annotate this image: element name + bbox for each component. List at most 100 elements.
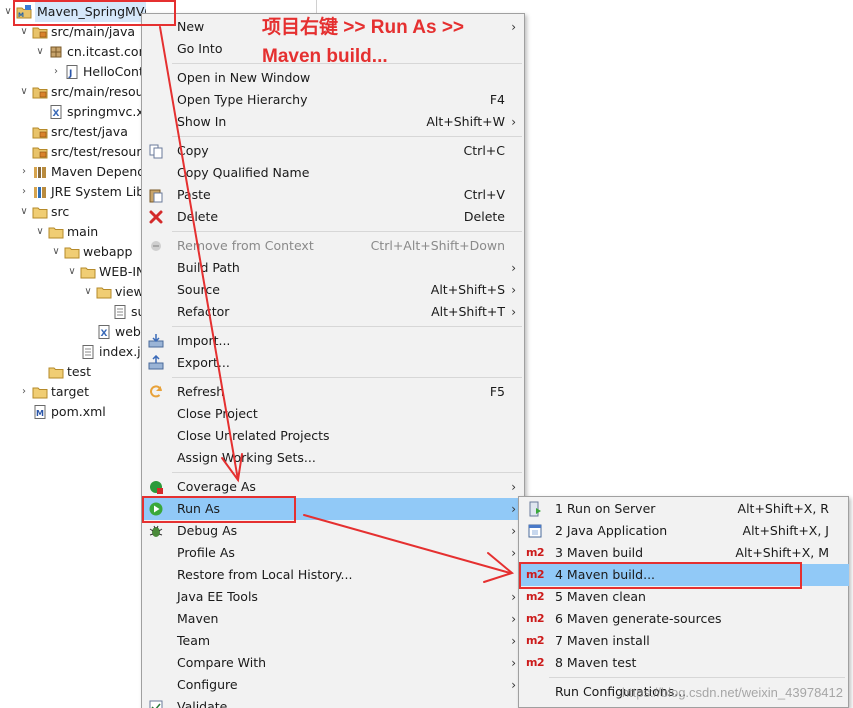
menu-item-java-ee-tools[interactable]: Java EE Tools › xyxy=(143,586,525,608)
submenu-item-label: 7 Maven install xyxy=(555,633,650,648)
menu-item-source[interactable]: Source Alt+Shift+S › xyxy=(143,279,525,301)
expand-chevron-icon[interactable]: ∨ xyxy=(50,242,62,262)
expand-chevron-icon[interactable]: ∨ xyxy=(82,282,94,302)
menu-item-label: Configure xyxy=(177,677,238,692)
collapse-chevron-icon[interactable]: › xyxy=(18,382,30,402)
tree-item[interactable]: ∨ WEB-IN xyxy=(66,262,145,282)
menu-item-import[interactable]: Import... xyxy=(143,330,525,352)
menu-item-profile-as[interactable]: Profile As › xyxy=(143,542,525,564)
tree-item[interactable]: Xspringmvc.xm xyxy=(34,102,146,122)
tree-item-label: pom.xml xyxy=(51,404,106,419)
submenu-item-8-maven-test[interactable]: m2 8 Maven test xyxy=(520,652,849,674)
menu-item-team[interactable]: Team › xyxy=(143,630,525,652)
menu-item-open-in-new-window[interactable]: Open in New Window xyxy=(143,67,525,89)
menu-item-show-in[interactable]: Show In Alt+Shift+W › xyxy=(143,111,525,133)
tree-item[interactable]: ∨ src xyxy=(18,202,69,222)
menu-item-copy[interactable]: Copy Ctrl+C xyxy=(143,140,525,162)
expand-chevron-icon[interactable]: ∨ xyxy=(66,262,78,282)
tree-item[interactable]: › JRE System Libr xyxy=(18,182,146,202)
submenu-item-shortcut: Alt+Shift+X, M xyxy=(735,545,829,560)
tree-item[interactable]: Xweb. xyxy=(82,322,145,342)
menu-item-label: Close Unrelated Projects xyxy=(177,428,330,443)
menu-item-label: Compare With xyxy=(177,655,267,670)
menu-item-shortcut: Ctrl+V xyxy=(463,187,505,202)
expand-chevron-icon[interactable]: ∨ xyxy=(34,42,46,62)
submenu-item-2-java-application[interactable]: 2 Java Application Alt+Shift+X, J xyxy=(520,520,849,542)
menu-item-label: Remove from Context xyxy=(177,238,314,253)
annotation-line1: 项目右键 >> Run As >> xyxy=(262,17,465,38)
tree-item-label: main xyxy=(67,224,99,239)
remove-context-icon xyxy=(148,238,164,254)
menu-item-label: Open Type Hierarchy xyxy=(177,92,308,107)
menu-item-copy-qualified-name[interactable]: Copy Qualified Name xyxy=(143,162,525,184)
menu-item-assign-working-sets[interactable]: Assign Working Sets... xyxy=(143,447,525,469)
watermark: https://blog.csdn.net/weixin_43978412 xyxy=(621,685,843,700)
tree-item[interactable]: › Maven Depend xyxy=(18,162,145,182)
collapse-chevron-icon[interactable]: › xyxy=(18,162,30,182)
menu-item-validate[interactable]: Validate xyxy=(143,696,525,708)
tree-item[interactable]: ∨ webapp xyxy=(50,242,132,262)
tree-item-label: target xyxy=(51,384,90,399)
expand-chevron-icon[interactable]: ∨ xyxy=(34,222,46,242)
menu-item-label: Restore from Local History... xyxy=(177,567,353,582)
java-app-icon xyxy=(526,523,544,539)
submenu-item-6-maven-generate-sources[interactable]: m2 6 Maven generate-sources xyxy=(520,608,849,630)
tree-item[interactable]: src/test/resourc xyxy=(18,142,146,162)
folder-icon xyxy=(32,384,48,400)
maven-pom-icon: M xyxy=(32,404,48,420)
menu-item-maven[interactable]: Maven › xyxy=(143,608,525,630)
tree-item[interactable]: ∨ cn.itcast.cont xyxy=(34,42,146,62)
expand-chevron-icon[interactable]: ∨ xyxy=(18,82,30,102)
tree-item[interactable]: ∨ main xyxy=(34,222,98,242)
menu-item-coverage-as[interactable]: Coverage As › xyxy=(143,476,525,498)
tree-item[interactable]: › J HelloCont xyxy=(50,62,144,82)
menu-item-refresh[interactable]: Refresh F5 xyxy=(143,381,525,403)
menu-item-label: Refresh xyxy=(177,384,225,399)
submenu-item-7-maven-install[interactable]: m2 7 Maven install xyxy=(520,630,849,652)
tree-item-label: webapp xyxy=(83,244,133,259)
menu-item-export[interactable]: Export... xyxy=(143,352,525,374)
tree-item-label: cn.itcast.cont xyxy=(67,44,146,59)
delete-icon xyxy=(148,209,164,225)
tree-item-label: index.js xyxy=(99,344,146,359)
m2-icon: m2 xyxy=(526,611,545,627)
menu-item-debug-as[interactable]: Debug As › xyxy=(143,520,525,542)
menu-item-delete[interactable]: Delete Delete xyxy=(143,206,525,228)
menu-item-remove-from-context[interactable]: Remove from Context Ctrl+Alt+Shift+Down xyxy=(143,235,525,257)
tree-item[interactable]: test xyxy=(34,362,91,382)
refresh-icon xyxy=(148,384,164,400)
xml-file-icon: X xyxy=(48,104,64,120)
menu-item-paste[interactable]: Paste Ctrl+V xyxy=(143,184,525,206)
tree-item-label: Maven Depend xyxy=(51,164,146,179)
menu-item-open-type-hierarchy[interactable]: Open Type Hierarchy F4 xyxy=(143,89,525,111)
folder-icon xyxy=(32,204,48,220)
highlight-box-project xyxy=(13,0,176,26)
folder-icon xyxy=(96,284,112,300)
tree-item[interactable]: ∨ view xyxy=(82,282,143,302)
tree-item[interactable]: src/test/java xyxy=(18,122,128,142)
collapse-chevron-icon[interactable]: › xyxy=(18,182,30,202)
tree-item[interactable]: index.js xyxy=(66,342,146,362)
context-menu: New › Go Into Open in New Window Open Type H… xyxy=(141,13,525,708)
tree-item[interactable]: su xyxy=(98,302,145,322)
m2-icon: m2 xyxy=(526,633,545,649)
menu-separator xyxy=(172,326,522,327)
menu-item-shortcut: Alt+Shift+S xyxy=(430,282,505,297)
library-icon xyxy=(32,164,48,180)
menu-item-refactor[interactable]: Refactor Alt+Shift+T › xyxy=(143,301,525,323)
submenu-item-1-run-on-server[interactable]: 1 Run on Server Alt+Shift+X, R xyxy=(520,498,849,520)
submenu-item-3-maven-build[interactable]: m2 3 Maven build Alt+Shift+X, M xyxy=(520,542,849,564)
menu-item-configure[interactable]: Configure › xyxy=(143,674,525,696)
tree-item[interactable]: › target xyxy=(18,382,89,402)
tree-item[interactable]: ∨ src/main/resour xyxy=(18,82,146,102)
submenu-item-label: 1 Run on Server xyxy=(555,501,656,516)
tree-item[interactable]: Mpom.xml xyxy=(18,402,106,422)
menu-item-close-project[interactable]: Close Project xyxy=(143,403,525,425)
menu-item-build-path[interactable]: Build Path › xyxy=(143,257,525,279)
collapse-chevron-icon[interactable]: › xyxy=(50,62,62,82)
expand-chevron-icon[interactable]: ∨ xyxy=(18,202,30,222)
menu-item-close-unrelated-projects[interactable]: Close Unrelated Projects xyxy=(143,425,525,447)
submenu-item-5-maven-clean[interactable]: m2 5 Maven clean xyxy=(520,586,849,608)
menu-item-restore-from-local-history[interactable]: Restore from Local History... xyxy=(143,564,525,586)
menu-item-compare-with[interactable]: Compare With › xyxy=(143,652,525,674)
